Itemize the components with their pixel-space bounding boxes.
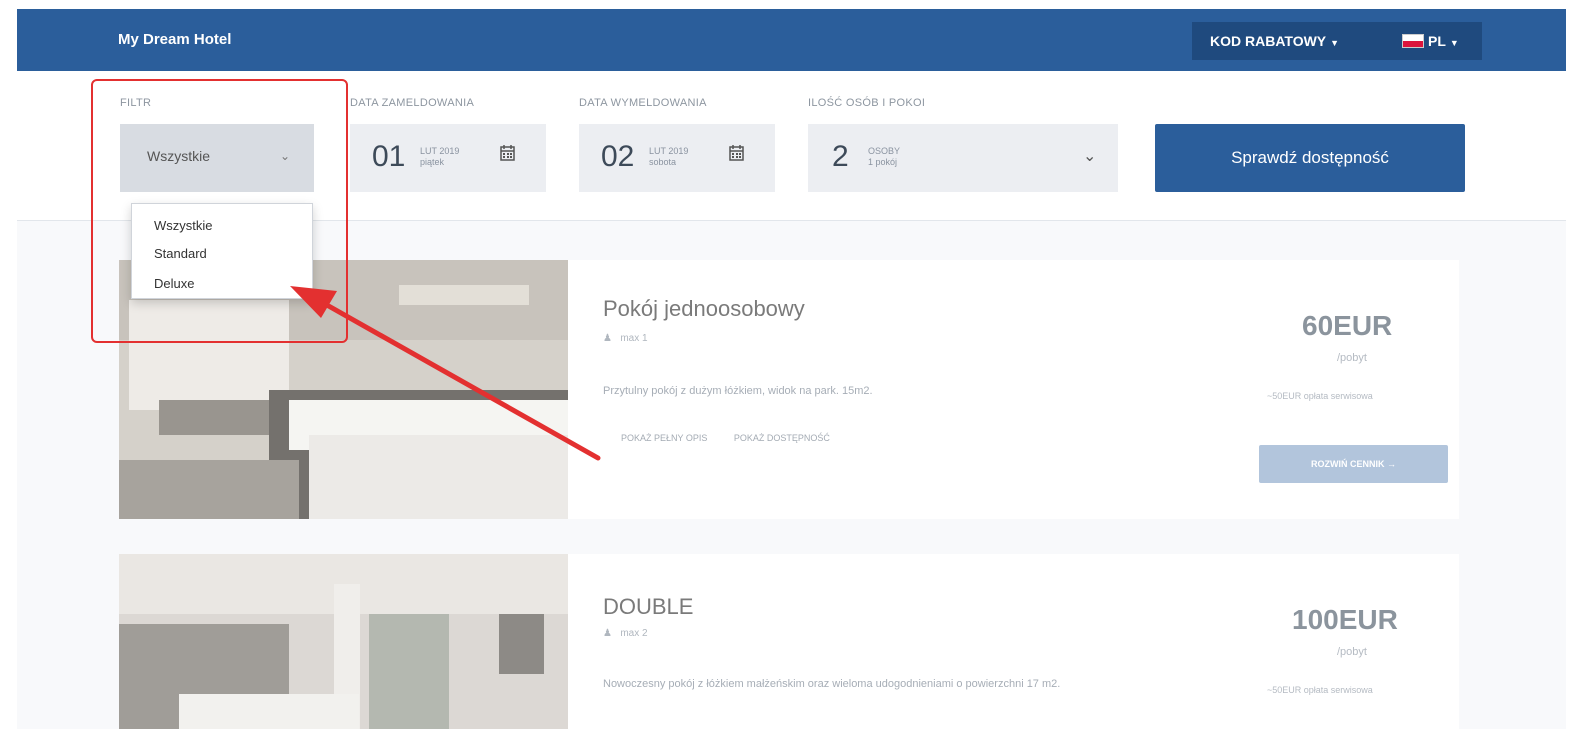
chevron-down-icon: ⌄ [1083,148,1097,165]
checkout-month: LUT 2019 sobota [649,146,688,168]
annotation-highlight-box [91,79,348,343]
user-icon: ♟ [603,333,612,344]
checkout-label: DATA WYMELDOWANIA [579,97,707,109]
checkout-day: 02 [601,140,635,173]
checkout-date-field[interactable]: 02 LUT 2019 sobota [579,124,775,192]
checkin-month: LUT 2019 piątek [420,146,459,168]
checkin-date-field[interactable]: 01 LUT 2019 piątek [350,124,546,192]
caret-down-icon: ▼ [1330,38,1340,48]
room-capacity: ♟ max 1 [603,333,648,344]
top-navbar: My Dream Hotel KOD RABATOWY ▼ PL ▼ [17,9,1566,71]
guests-count: 2 [832,140,849,173]
checkout-weekday: sobota [649,157,677,167]
checkin-weekday: piątek [420,157,445,167]
price-per-stay: /pobyt [1337,646,1367,658]
navbar-right-group: KOD RABATOWY ▼ PL ▼ [1192,22,1482,60]
checkout-month-year: LUT 2019 [649,146,689,156]
room-title[interactable]: DOUBLE [603,594,693,620]
calendar-icon[interactable] [729,144,744,161]
room-card: DOUBLE ♟ max 2 Nowoczesny pokój z łóżkie… [119,554,1459,729]
guests-detail: OSOBY 1 pokój [868,146,900,168]
room-title[interactable]: Pokój jednoosobowy [603,296,805,322]
language-label: PL [1428,33,1446,49]
rooms-count: 1 pokój [868,157,898,167]
guests-unit: OSOBY [868,146,901,156]
service-fee: ~50EUR opłata serwisowa [1267,685,1373,695]
check-availability-button[interactable]: Sprawdź dostępność [1155,124,1465,192]
room-description: Przytulny pokój z dużym łóżkiem, widok n… [603,385,873,397]
guests-label: ILOŚĆ OSÓB I POKOI [808,97,926,109]
promo-code-label: KOD RABATOWY [1210,33,1327,49]
service-fee: ~50EUR opłata serwisowa [1267,391,1373,401]
room-description: Nowoczesny pokój z łóżkiem małżeńskim or… [603,678,1061,690]
language-dropdown[interactable]: PL ▼ [1402,33,1459,49]
calendar-icon[interactable] [500,144,515,161]
show-details-link[interactable]: POKAŻ PEŁNY OPIS [621,433,707,443]
room-capacity: ♟ max 2 [603,628,648,639]
checkin-day: 01 [372,140,406,173]
room-capacity-value: max 1 [620,333,648,344]
room-price: 60EUR [1302,310,1393,341]
promo-code-dropdown[interactable]: KOD RABATOWY ▼ [1210,33,1339,49]
caret-down-icon: ▼ [1449,38,1459,48]
user-icon: ♟ [603,628,612,639]
room-price: 100EUR [1292,604,1398,635]
room-capacity-value: max 2 [620,628,648,639]
checkin-month-year: LUT 2019 [420,146,460,156]
poland-flag-icon [1402,34,1424,48]
checkin-label: DATA ZAMELDOWANIA [350,97,475,109]
expand-pricing-button[interactable]: ROZWIŃ CENNIK → [1259,445,1448,483]
brand-logo[interactable]: My Dream Hotel [118,31,231,48]
price-per-stay: /pobyt [1337,352,1367,364]
guests-rooms-select[interactable]: 2 OSOBY 1 pokój ⌄ [808,124,1118,192]
room-photo[interactable] [119,554,568,729]
room-links: POKAŻ PEŁNY OPIS POKAŻ DOSTĘPNOŚĆ [621,433,854,443]
show-availability-link[interactable]: POKAŻ DOSTĘPNOŚĆ [734,433,830,443]
